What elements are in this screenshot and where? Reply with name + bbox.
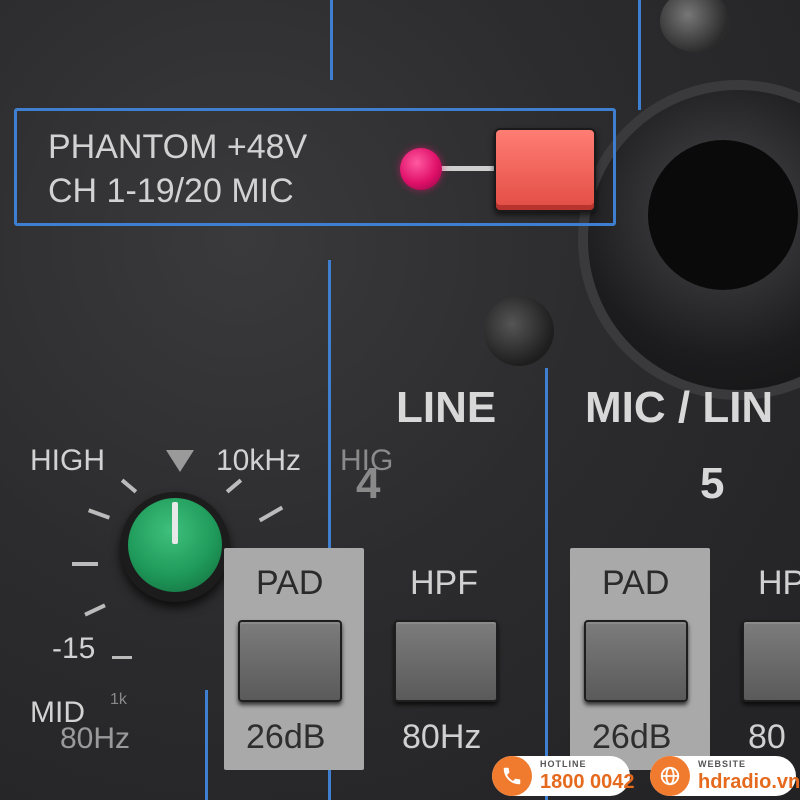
hotline-number: 1800 0042 [540, 771, 635, 793]
eq-high-label: HIGH [30, 444, 105, 477]
knob-tick [120, 478, 138, 494]
eq-knob-pointer [172, 502, 178, 544]
channel4-pad-value: 26dB [246, 718, 326, 756]
eq-high-label-partial: HIG [340, 444, 394, 477]
triangle-marker-icon [166, 450, 194, 472]
website-caption: WEBSITE [698, 759, 747, 769]
knob-tick [72, 562, 98, 566]
channel4-hpf-button[interactable] [394, 620, 498, 702]
channel5-pad-label: PAD [602, 564, 670, 602]
channel4-hpf-value: 80Hz [402, 718, 482, 756]
phone-icon [492, 756, 532, 796]
phantom-channel-label: CH 1-19/20 MIC [48, 172, 294, 210]
divider-line [638, 0, 641, 110]
channel5-pad-button[interactable] [584, 620, 688, 702]
channel5-number: 5 [700, 459, 725, 508]
knob-tick [258, 505, 284, 523]
divider-line [545, 368, 548, 800]
eq-freq-label: 10kHz [216, 444, 302, 477]
screw-icon [660, 0, 730, 52]
channel4-pad-button[interactable] [238, 620, 342, 702]
eq-min-label: -15 [52, 632, 96, 665]
led-connector-line [440, 166, 496, 171]
channel5-hpf-label: HP [758, 564, 800, 602]
knob-tick [87, 508, 111, 520]
eq-knob[interactable] [120, 492, 230, 602]
phantom-led-indicator [400, 148, 442, 190]
screw-icon [484, 296, 554, 366]
channel4-pad-label: PAD [256, 564, 324, 602]
xlr-socket [648, 140, 798, 290]
divider-line [330, 0, 333, 80]
phantom-power-button[interactable] [494, 128, 596, 212]
hotline-caption: HOTLINE [540, 759, 587, 769]
channel5-hpf-button[interactable] [742, 620, 800, 702]
channel5-pad-value: 26dB [592, 718, 672, 756]
channel4-hpf-label: HPF [410, 564, 478, 602]
mixer-panel: PHANTOM +48V CH 1-19/20 MIC LINE 4 MIC /… [0, 0, 800, 800]
channel5-hpf-value: 80 [748, 718, 786, 756]
channel5-type-label: MIC / LIN [585, 383, 774, 432]
eq-mid-freq-label: 80Hz [60, 722, 131, 755]
knob-tick [84, 603, 106, 617]
eq-mid-freq-partial: 1k [110, 691, 127, 708]
divider-line [205, 690, 208, 800]
knob-tick [112, 656, 132, 659]
globe-icon [650, 756, 690, 796]
website-url: hdradio.vn [698, 771, 800, 793]
knob-tick [225, 478, 243, 494]
phantom-label: PHANTOM +48V [48, 128, 308, 166]
channel4-type-label: LINE [396, 383, 497, 432]
